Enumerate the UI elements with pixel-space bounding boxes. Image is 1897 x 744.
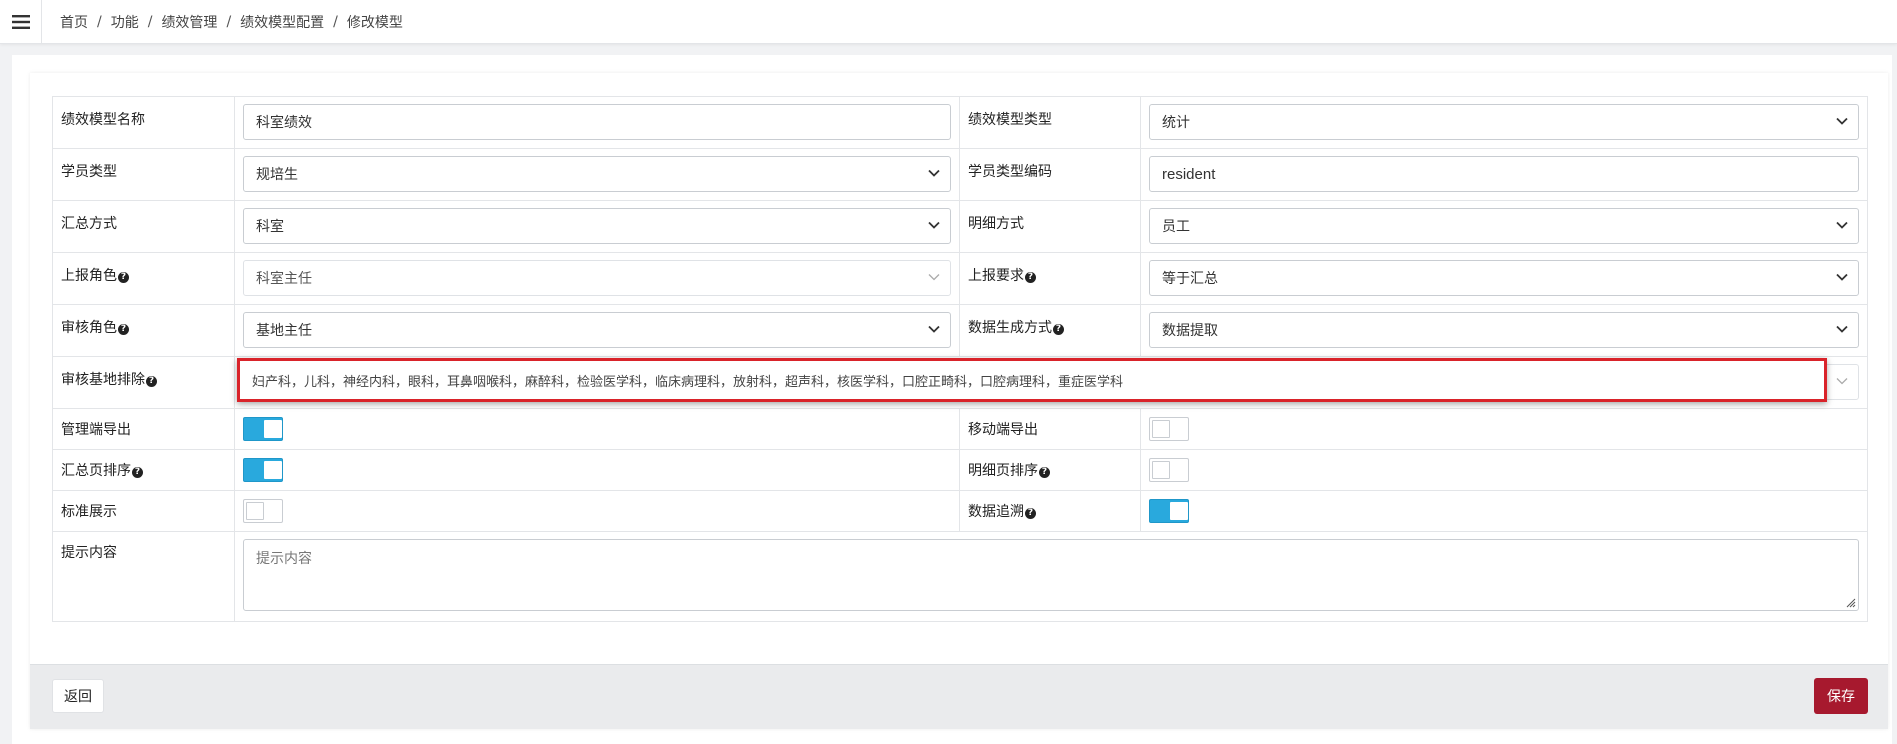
question-circle-icon[interactable]: ? — [146, 376, 157, 387]
summary-sort-toggle[interactable] — [243, 458, 283, 482]
menu-toggle-button[interactable] — [0, 0, 42, 44]
breadcrumb-function[interactable]: 功能 — [111, 12, 139, 32]
model-name-input[interactable]: 科室绩效 — [243, 104, 951, 140]
chevron-down-icon — [1836, 378, 1848, 385]
data-trace-label-cell: 数据追溯? — [959, 490, 1141, 532]
summary-method-label: 汇总方式 — [52, 200, 235, 253]
chevron-down-icon — [928, 274, 940, 281]
report-requirement-label-cell: 上报要求? — [959, 252, 1141, 305]
form-footer: 返回 保存 — [30, 664, 1888, 729]
hint-content-textarea[interactable]: 提示内容 — [243, 539, 1859, 611]
chevron-down-icon — [928, 169, 940, 177]
report-requirement-value: 等于汇总 — [1162, 271, 1218, 287]
detail-method-select[interactable]: 员工 — [1149, 208, 1859, 244]
data-generation-label-cell: 数据生成方式? — [959, 304, 1141, 357]
breadcrumb: 首页 / 功能 / 绩效管理 / 绩效模型配置 / 修改模型 — [42, 12, 403, 32]
save-button[interactable]: 保存 — [1814, 678, 1868, 714]
review-base-exclude-value[interactable]: 妇产科，儿科，神经内科，眼科，耳鼻咽喉科，麻醉科，检验医学科，临床病理科，放射科… — [237, 358, 1827, 402]
data-trace-label: 数据追溯 — [968, 504, 1024, 520]
chevron-down-icon — [928, 221, 940, 229]
top-bar: 首页 / 功能 / 绩效管理 / 绩效模型配置 / 修改模型 — [0, 0, 1897, 44]
summary-method-value: 科室 — [256, 219, 284, 235]
detail-sort-label: 明细页排序 — [968, 463, 1038, 479]
toggle-knob — [1152, 420, 1170, 438]
mobile-export-label: 移动端导出 — [959, 408, 1141, 450]
student-type-value: 规培生 — [256, 167, 298, 183]
student-type-label: 学员类型 — [52, 148, 235, 201]
data-generation-select[interactable]: 数据提取 — [1149, 312, 1859, 348]
breadcrumb-separator: / — [97, 13, 102, 30]
detail-sort-label-cell: 明细页排序? — [959, 449, 1141, 491]
model-type-label: 绩效模型类型 — [959, 96, 1141, 149]
chevron-down-icon — [1836, 221, 1848, 229]
toggle-knob — [1170, 502, 1188, 520]
review-base-exclude-label-cell: 审核基地排除? — [52, 356, 235, 409]
chevron-down-icon — [1836, 117, 1848, 125]
resize-grip-icon[interactable] — [1844, 596, 1856, 608]
mobile-export-toggle[interactable] — [1149, 417, 1189, 441]
report-requirement-label: 上报要求 — [968, 268, 1024, 284]
standard-display-label: 标准展示 — [52, 490, 235, 532]
review-role-select[interactable]: 基地主任 — [243, 312, 951, 348]
review-base-exclude-multiselect[interactable]: 妇产科，儿科，神经内科，眼科，耳鼻咽喉科，麻醉科，检验医学科，临床病理科，放射科… — [237, 358, 1859, 402]
student-type-code-input[interactable]: resident — [1149, 156, 1859, 192]
model-form: 绩效模型名称 科室绩效 绩效模型类型 统计 学员类型 规培生 学员类型编码 re… — [52, 96, 1868, 622]
question-circle-icon[interactable]: ? — [132, 467, 143, 478]
question-circle-icon[interactable]: ? — [1039, 467, 1050, 478]
chevron-down-icon — [1836, 273, 1848, 281]
toggle-knob — [1152, 461, 1170, 479]
hamburger-icon — [11, 14, 30, 29]
chevron-down-icon — [928, 325, 940, 333]
question-circle-icon[interactable]: ? — [1025, 272, 1036, 283]
detail-method-value: 员工 — [1162, 219, 1190, 235]
student-type-code-label: 学员类型编码 — [959, 148, 1141, 201]
review-role-label-cell: 审核角色? — [52, 304, 235, 357]
chevron-down-icon — [1836, 325, 1848, 333]
data-generation-value: 数据提取 — [1162, 323, 1218, 339]
review-role-value: 基地主任 — [256, 323, 312, 339]
report-role-label: 上报角色 — [61, 268, 117, 284]
review-base-exclude-label: 审核基地排除 — [61, 372, 145, 388]
report-role-select[interactable]: 科室主任 — [243, 260, 951, 296]
toggle-knob — [264, 420, 282, 438]
report-role-value: 科室主任 — [256, 271, 312, 287]
summary-sort-label-cell: 汇总页排序? — [52, 449, 235, 491]
breadcrumb-model-config[interactable]: 绩效模型配置 — [240, 12, 324, 32]
report-requirement-select[interactable]: 等于汇总 — [1149, 260, 1859, 296]
breadcrumb-current: 修改模型 — [346, 14, 403, 31]
standard-display-toggle[interactable] — [243, 499, 283, 523]
back-button[interactable]: 返回 — [52, 679, 104, 713]
toggle-knob — [246, 502, 264, 520]
review-role-label: 审核角色 — [61, 320, 117, 336]
question-circle-icon[interactable]: ? — [118, 272, 129, 283]
model-type-value: 统计 — [1162, 115, 1190, 131]
admin-export-toggle[interactable] — [243, 417, 283, 441]
model-type-select[interactable]: 统计 — [1149, 104, 1859, 140]
toggle-knob — [264, 461, 282, 479]
data-trace-toggle[interactable] — [1149, 499, 1189, 523]
summary-method-select[interactable]: 科室 — [243, 208, 951, 244]
student-type-select[interactable]: 规培生 — [243, 156, 951, 192]
detail-method-label: 明细方式 — [959, 200, 1141, 253]
breadcrumb-separator: / — [226, 13, 232, 30]
admin-export-label: 管理端导出 — [52, 408, 235, 450]
summary-sort-label: 汇总页排序 — [61, 463, 131, 479]
breadcrumb-performance[interactable]: 绩效管理 — [161, 12, 217, 32]
hint-content-placeholder: 提示内容 — [256, 551, 312, 567]
model-name-label: 绩效模型名称 — [52, 96, 235, 149]
breadcrumb-home[interactable]: 首页 — [60, 12, 88, 32]
report-role-label-cell: 上报角色? — [52, 252, 235, 305]
question-circle-icon[interactable]: ? — [1053, 324, 1064, 335]
question-circle-icon[interactable]: ? — [118, 324, 129, 335]
data-generation-label: 数据生成方式 — [968, 320, 1052, 336]
hint-content-label: 提示内容 — [52, 531, 235, 622]
question-circle-icon[interactable]: ? — [1025, 508, 1036, 519]
breadcrumb-separator: / — [333, 13, 338, 30]
detail-sort-toggle[interactable] — [1149, 458, 1189, 482]
breadcrumb-separator: / — [147, 13, 153, 30]
